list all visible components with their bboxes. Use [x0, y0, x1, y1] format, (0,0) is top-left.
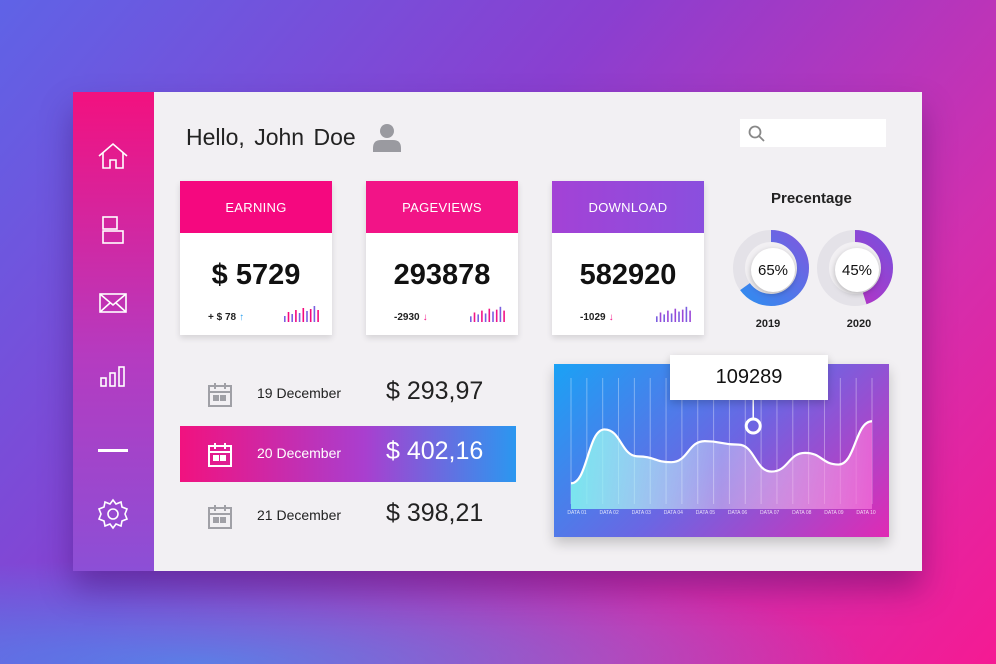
bar-chart-icon[interactable]: [95, 360, 131, 392]
card-value: 293878: [393, 259, 491, 291]
transaction-amount: $ 402,16: [386, 437, 484, 465]
x-tick-label: DATA 05: [696, 510, 715, 516]
percentage-title: Precentage: [771, 190, 852, 207]
minus-icon[interactable]: [95, 435, 131, 467]
mini-bar: [667, 310, 669, 322]
mini-bar-chart: [284, 306, 319, 322]
mini-bar: [656, 316, 658, 322]
x-tick-label: DATA 10: [856, 510, 875, 516]
calendar-icon: [207, 442, 233, 473]
mini-bar: [302, 308, 305, 322]
mini-bar: [488, 308, 491, 322]
mini-bar: [473, 312, 476, 322]
documents-icon[interactable]: [95, 214, 131, 246]
mini-bar: [503, 310, 505, 322]
mini-bar: [484, 313, 487, 322]
download-card[interactable]: DOWNLOAD 582920 -1029 ↓: [552, 181, 704, 335]
mini-bar: [681, 309, 684, 322]
mini-bar-chart: [656, 306, 691, 322]
chart-tooltip: 109289: [670, 355, 828, 400]
mini-bar: [291, 314, 293, 322]
mini-bar: [298, 313, 301, 322]
greeting-text: Hello, John Doe: [186, 124, 356, 150]
dashboard-panel: Hello, John Doe EARNING $ 5729 + $ 78 ↑ P…: [73, 92, 922, 571]
arrow-down-icon: ↓: [422, 312, 428, 323]
mini-bar: [287, 312, 290, 322]
user-avatar-icon[interactable]: [372, 122, 402, 157]
mini-bar: [495, 309, 498, 322]
mini-bar: [317, 310, 319, 322]
card-title: DOWNLOAD: [552, 181, 704, 233]
gear-icon[interactable]: [95, 498, 131, 530]
transaction-date: 21 December: [257, 507, 342, 523]
calendar-icon: [207, 382, 233, 413]
card-title: EARNING: [180, 181, 332, 233]
mini-bar: [670, 313, 673, 322]
transaction-date: 19 December: [257, 385, 342, 401]
x-tick-label: DATA 08: [792, 510, 811, 516]
mini-bar: [309, 309, 312, 322]
change-text: + $ 78: [208, 312, 237, 323]
donut-label: 45%: [842, 262, 872, 279]
card-change: -1029 ↓: [580, 312, 614, 323]
arrow-down-icon: ↓: [608, 312, 614, 323]
x-tick-label: DATA 01: [567, 510, 586, 516]
x-tick-label: DATA 09: [824, 510, 843, 516]
search-icon: [748, 125, 765, 147]
home-icon[interactable]: [95, 140, 131, 172]
mini-bar: [678, 311, 680, 322]
x-tick-label: DATA 04: [664, 510, 683, 516]
sidebar: [73, 92, 154, 571]
change-text: -2930: [394, 312, 420, 323]
search-input[interactable]: [740, 119, 886, 147]
x-tick-label: DATA 06: [728, 510, 747, 516]
mini-bar: [470, 316, 472, 322]
mini-bar: [685, 306, 688, 322]
transaction-date: 20 December: [257, 445, 342, 461]
earning-card[interactable]: EARNING $ 5729 + $ 78 ↑: [180, 181, 332, 335]
transaction-row[interactable]: 21 December $ 398,21: [180, 488, 516, 544]
donut-label: 65%: [758, 262, 788, 279]
mini-bar: [306, 311, 308, 322]
card-change: + $ 78 ↑: [208, 312, 244, 323]
change-text: -1029: [580, 312, 606, 323]
transaction-row-selected[interactable]: 20 December $ 402,16: [180, 426, 516, 482]
card-value: 582920: [579, 259, 677, 291]
card-title: PAGEVIEWS: [366, 181, 518, 233]
card-change: -2930 ↓: [394, 312, 428, 323]
donut-2019: 65% 2019: [731, 228, 811, 338]
x-tick-label: DATA 07: [760, 510, 779, 516]
year-label: 2019: [755, 318, 781, 330]
mini-bar: [295, 310, 297, 322]
highlight-point[interactable]: [744, 417, 762, 435]
transaction-amount: $ 293,97: [386, 377, 484, 405]
pageviews-card[interactable]: PAGEVIEWS 293878 -2930 ↓: [366, 181, 518, 335]
year-label: 2020: [846, 318, 872, 330]
mini-bar-chart: [470, 306, 505, 322]
x-tick-label: DATA 02: [599, 510, 618, 516]
mini-bar: [663, 314, 665, 322]
mail-icon[interactable]: [95, 287, 131, 319]
transaction-row[interactable]: 19 December $ 293,97: [180, 366, 516, 422]
transaction-amount: $ 398,21: [386, 499, 484, 527]
card-value: $ 5729: [211, 259, 301, 291]
mini-bar: [477, 314, 479, 322]
mini-bar: [689, 310, 691, 322]
mini-bar: [492, 311, 494, 322]
mini-bar: [284, 316, 286, 322]
mini-bar: [674, 308, 677, 322]
mini-bar: [313, 306, 316, 322]
mini-bar: [481, 310, 483, 322]
x-tick-label: DATA 03: [632, 510, 651, 516]
calendar-icon: [207, 504, 233, 535]
mini-bar: [499, 306, 502, 322]
mini-bar: [659, 312, 662, 322]
donut-2020: 45% 2020: [815, 228, 895, 338]
arrow-up-icon: ↑: [239, 312, 245, 323]
